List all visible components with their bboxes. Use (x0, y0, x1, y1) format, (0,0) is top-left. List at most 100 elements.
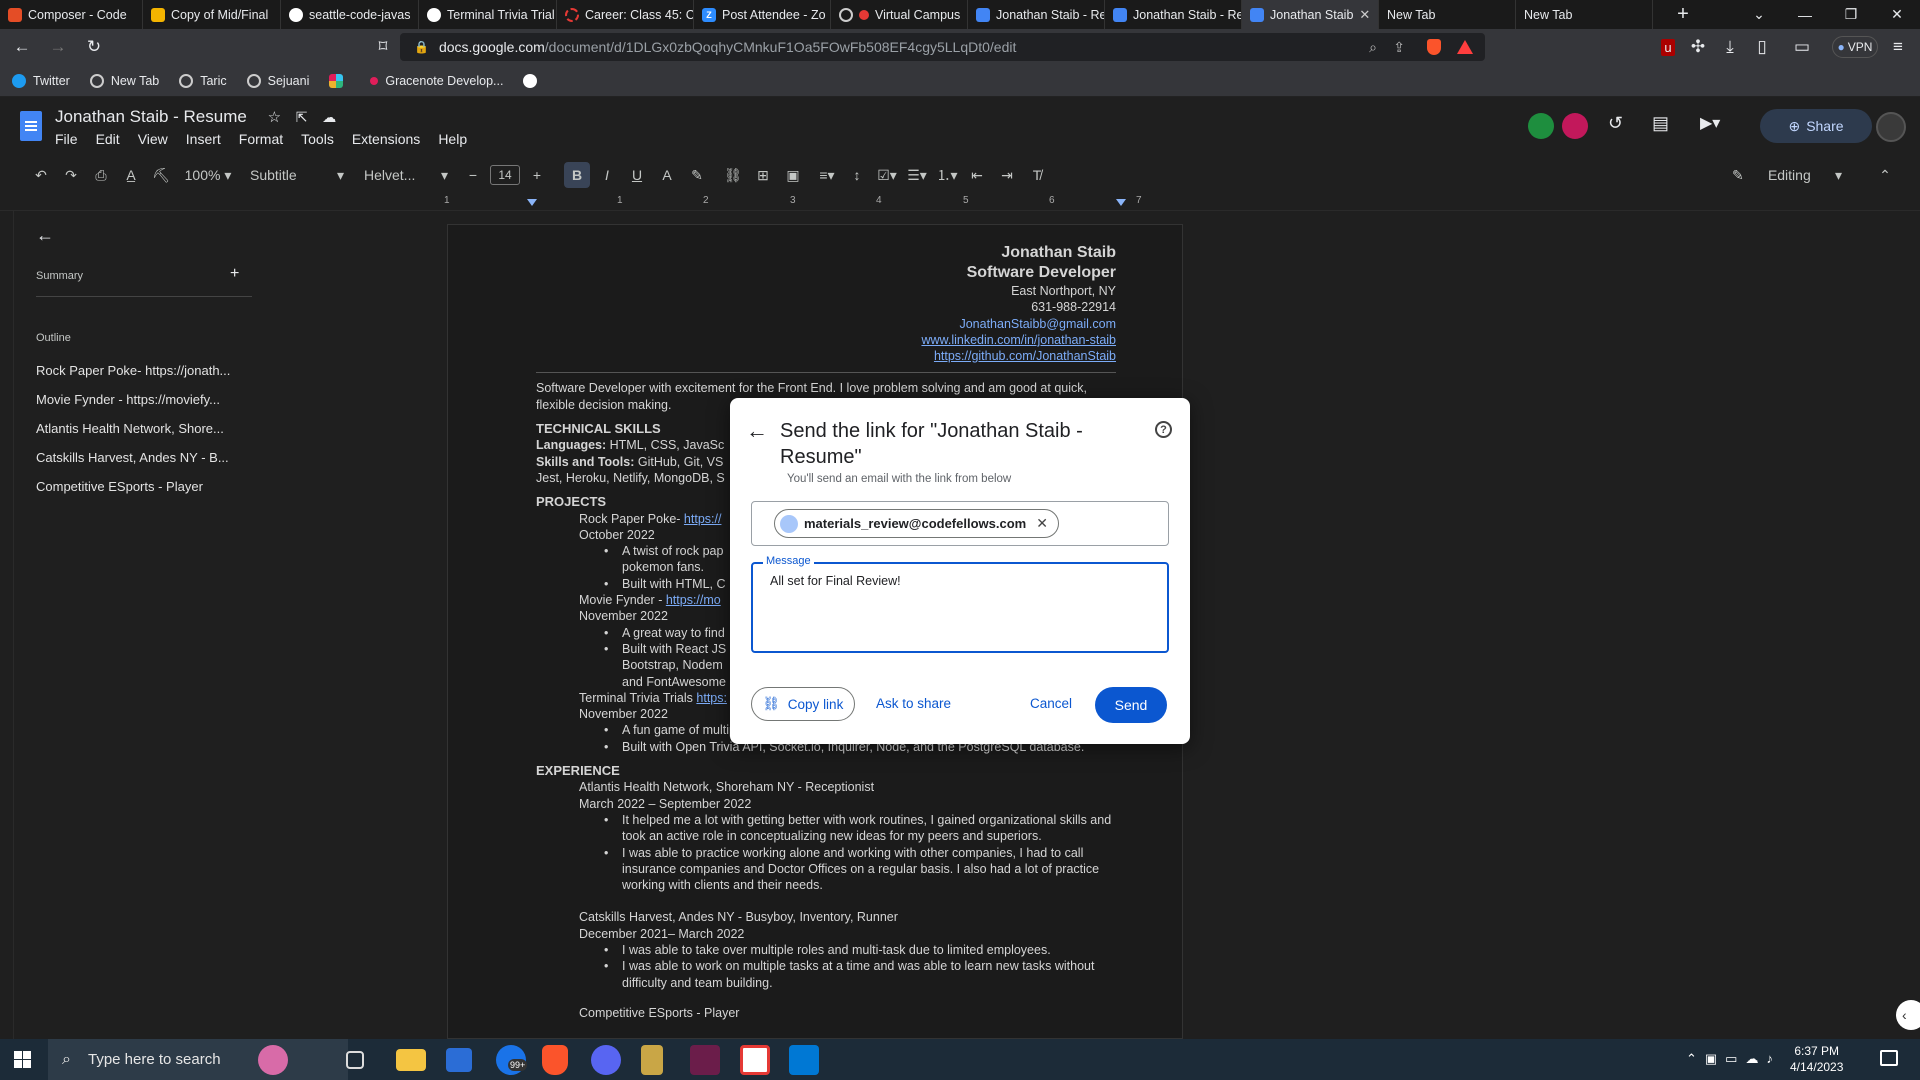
reload-icon[interactable]: ↻ (76, 29, 112, 65)
forward-icon[interactable]: → (40, 29, 76, 65)
menu-format[interactable]: Format (239, 131, 283, 147)
spellcheck-icon[interactable]: A̲ (118, 162, 144, 188)
bookmark-new-tab[interactable]: New Tab (89, 73, 159, 88)
editing-mode-select[interactable]: ✎ Editing ▾ (1732, 162, 1842, 188)
back-arrow-icon[interactable]: ← (36, 225, 54, 246)
bookmark-sejuani[interactable]: Sejuani (246, 73, 309, 88)
side-panel-toggle[interactable]: ‹ (1896, 1000, 1920, 1030)
bullet-list-icon[interactable]: ☰▾ (904, 162, 930, 188)
menu-insert[interactable]: Insert (186, 131, 221, 147)
print-icon[interactable]: ⎙ (88, 162, 114, 188)
ask-to-share-button[interactable]: Ask to share (876, 696, 951, 711)
menu-extensions[interactable]: Extensions (352, 131, 420, 147)
collaborator-avatar[interactable] (1562, 113, 1588, 139)
cloud-status-icon[interactable]: ☁ (322, 109, 336, 125)
redo-icon[interactable]: ↷ (58, 162, 84, 188)
system-tray-icons[interactable]: ⌃▣▭☁♪ (1686, 1051, 1781, 1067)
app-icon[interactable] (740, 1045, 770, 1075)
bookmark-slack[interactable] (329, 73, 350, 88)
store-icon[interactable] (446, 1048, 472, 1072)
browser-tab[interactable]: Career: Class 45: C (557, 0, 694, 29)
recipients-field[interactable]: materials_review@codefellows.com ✕ (751, 501, 1169, 546)
browser-tab[interactable]: Virtual Campus (831, 0, 968, 29)
meet-icon[interactable]: ▶▾ (1700, 113, 1720, 133)
style-select[interactable]: Subtitle ▾ (242, 162, 352, 188)
new-tab-button[interactable]: + (1653, 0, 1713, 29)
browser-tab[interactable]: Composer - Code (0, 0, 143, 29)
outline-item[interactable]: Rock Paper Poke- https://jonath... (36, 363, 230, 378)
menu-file[interactable]: File (55, 131, 78, 147)
extensions-icon[interactable]: ✣ (1680, 29, 1716, 65)
align-icon[interactable]: ≡▾ (814, 162, 840, 188)
link-icon[interactable]: ⛓ (720, 162, 746, 188)
sidebar-icon[interactable]: ▯ (1744, 29, 1780, 65)
comments-icon[interactable]: ▤ (1652, 113, 1669, 134)
browser-tab[interactable]: New Tab (1379, 0, 1516, 29)
wallet-icon[interactable]: ▭ (1784, 29, 1820, 65)
address-bar[interactable]: 🔒 docs.google.com/document/d/1DLGx0zbQoq… (400, 33, 1485, 61)
cancel-button[interactable]: Cancel (1030, 696, 1072, 711)
project-link[interactable]: https:// (684, 512, 722, 526)
windows-start-icon[interactable] (14, 1051, 31, 1068)
remove-recipient-icon[interactable]: ✕ (1036, 515, 1048, 532)
tab-search-icon[interactable]: ⌄ (1736, 0, 1782, 29)
collaborator-avatar[interactable] (1528, 113, 1554, 139)
increase-indent-icon[interactable]: ⇥ (994, 162, 1020, 188)
clear-formatting-icon[interactable]: T̸ (1024, 162, 1050, 188)
share-button[interactable]: ⊕ Share (1760, 109, 1872, 143)
minimize-button[interactable]: — (1782, 0, 1828, 29)
bookmark-gracenote[interactable]: Gracenote Develop... (370, 74, 503, 88)
browser-tab[interactable]: New Tab (1516, 0, 1653, 29)
recipient-chip[interactable]: materials_review@codefellows.com ✕ (774, 509, 1059, 538)
move-icon[interactable]: ⇱ (296, 109, 308, 125)
menu-tools[interactable]: Tools (301, 131, 334, 147)
brave-rewards-icon[interactable] (1457, 40, 1473, 54)
back-arrow-icon[interactable]: ← (746, 418, 768, 444)
menu-view[interactable]: View (138, 131, 168, 147)
close-window-button[interactable]: ✕ (1874, 0, 1920, 29)
underline-icon[interactable]: U (624, 162, 650, 188)
line-spacing-icon[interactable]: ↕ (844, 162, 870, 188)
indent-marker-icon[interactable] (527, 199, 537, 206)
star-icon[interactable]: ☆ (268, 109, 281, 126)
copy-link-button[interactable]: ⛓ Copy link (751, 687, 855, 721)
downloads-icon[interactable]: ⤓ (1712, 29, 1748, 65)
add-summary-icon[interactable]: + (230, 265, 239, 283)
message-field[interactable]: Message All set for Final Review! (751, 555, 1169, 653)
file-explorer-icon[interactable] (396, 1049, 426, 1071)
increase-font-size-icon[interactable]: + (524, 162, 550, 188)
browser-tab[interactable]: Jonathan Staib - Re (968, 0, 1105, 29)
decrease-font-size-icon[interactable]: − (460, 162, 486, 188)
font-select[interactable]: Helvet... ▾ (356, 162, 456, 188)
menu-help[interactable]: Help (438, 131, 467, 147)
outline-item[interactable]: Movie Fynder - https://moviefy... (36, 392, 220, 407)
project-link[interactable]: https: (696, 691, 727, 705)
decrease-indent-icon[interactable]: ⇤ (964, 162, 990, 188)
restore-button[interactable]: ❐ (1828, 0, 1874, 29)
taskbar-search[interactable]: ⌕ Type here to search (48, 1039, 348, 1080)
document-title[interactable]: Jonathan Staib - Resume ☆ ⇱ ☁ (55, 107, 336, 127)
outline-item[interactable]: Catskills Harvest, Andes NY - B... (36, 450, 229, 465)
undo-icon[interactable]: ↶ (28, 162, 54, 188)
numbered-list-icon[interactable]: ⒈▾ (934, 162, 960, 188)
zoom-select[interactable]: 100% ▾ (178, 162, 238, 188)
right-margin-marker-icon[interactable] (1116, 199, 1126, 206)
clock[interactable]: 6:37 PM 4/14/2023 (1790, 1043, 1843, 1075)
bookmark-twitter[interactable]: Twitter (12, 73, 70, 88)
highlight-icon[interactable]: ✎ (684, 162, 710, 188)
resume-email[interactable]: JonathanStaibb@gmail.com (536, 316, 1116, 332)
resume-github[interactable]: https://github.com/JonathanStaib (536, 348, 1116, 364)
close-tab-icon[interactable]: ✕ (1353, 7, 1370, 23)
discord-icon[interactable] (591, 1045, 621, 1075)
bold-icon[interactable]: B (564, 162, 590, 188)
browser-tab[interactable]: Terminal Trivia Trial (419, 0, 557, 29)
outline-item[interactable]: Competitive ESports - Player (36, 479, 203, 494)
vscode-icon[interactable] (789, 1045, 819, 1075)
browser-tab-active[interactable]: Jonathan Staib ✕ (1242, 0, 1379, 29)
send-button[interactable]: Send (1095, 687, 1167, 723)
image-icon[interactable]: ▣ (780, 162, 806, 188)
brave-shield-icon[interactable] (1427, 39, 1441, 55)
project-link[interactable]: https://mo (666, 593, 721, 607)
text-color-icon[interactable]: A (654, 162, 680, 188)
browser-tab[interactable]: Z Post Attendee - Zo (694, 0, 831, 29)
